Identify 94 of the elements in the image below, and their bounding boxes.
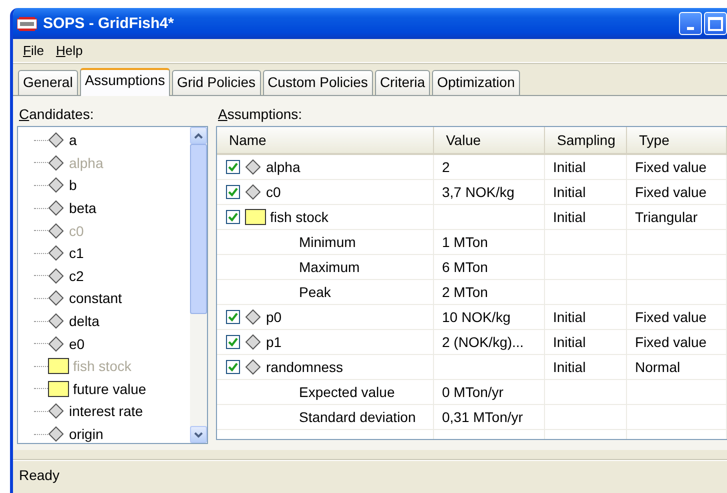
tab[interactable]: Grid Policies <box>172 70 261 95</box>
table-cell: Fixed value <box>627 305 727 329</box>
list-item[interactable]: beta <box>69 200 96 216</box>
diamond-icon <box>48 336 64 352</box>
caret-down-icon <box>194 432 203 438</box>
list-item[interactable]: c2 <box>69 268 84 284</box>
diamond-icon <box>245 309 261 325</box>
assumptions-label: Assumptions: <box>217 106 304 124</box>
table-cell: c0 <box>266 184 281 200</box>
scroll-up-button[interactable] <box>190 127 207 144</box>
list-item[interactable]: c1 <box>69 245 84 262</box>
table-cell: Normal <box>627 355 727 379</box>
table-cell: Initial <box>545 155 627 179</box>
table-cell: alpha <box>266 159 300 175</box>
checkbox[interactable] <box>226 185 240 199</box>
table-cell: Expected value <box>299 384 395 400</box>
column-header[interactable]: Type <box>627 127 727 153</box>
menu-item[interactable]: Help <box>56 43 83 58</box>
diamond-icon <box>48 154 64 171</box>
diamond-icon <box>48 403 64 420</box>
app-logo-icon <box>17 16 37 30</box>
table-cell: p1 <box>266 334 282 350</box>
table-cell: Fixed value <box>627 155 727 179</box>
diamond-icon <box>48 426 64 442</box>
scrollbar[interactable] <box>190 127 207 443</box>
tab[interactable]: Custom Policies <box>262 70 373 95</box>
caret-up-icon <box>194 132 203 138</box>
diamond-icon <box>245 184 261 200</box>
square-icon <box>245 209 266 225</box>
list-item[interactable]: interest rate <box>69 403 143 420</box>
checkbox[interactable] <box>226 360 240 374</box>
table-cell: 2 MTon <box>434 280 545 304</box>
table-cell: Standard deviation <box>299 409 416 425</box>
table-cell: 10 NOK/kg <box>434 305 545 329</box>
candidates-label: Candidates: <box>18 106 95 124</box>
tab[interactable]: General <box>18 70 78 95</box>
table-cell: Initial <box>545 330 627 354</box>
table-cell: Peak <box>299 284 331 300</box>
diamond-icon <box>48 200 64 216</box>
table-cell: fish stock <box>270 209 328 225</box>
table-cell: 0,31 MTon/yr <box>434 405 545 429</box>
table-cell: 1 MTon <box>434 230 545 254</box>
table-cell: 6 MTon <box>434 255 545 279</box>
diamond-icon <box>48 222 64 239</box>
diamond-icon <box>245 359 261 375</box>
list-item[interactable]: delta <box>69 313 100 330</box>
square-icon <box>48 380 69 397</box>
diamond-icon <box>245 159 261 175</box>
table-cell: Fixed value <box>627 330 727 354</box>
status-text: Ready <box>19 467 60 483</box>
list-item[interactable]: origin <box>69 426 104 442</box>
list-item[interactable]: a <box>69 132 77 148</box>
diamond-icon <box>245 334 261 350</box>
window-title: SOPS - GridFish4* <box>43 15 175 32</box>
table-cell: Initial <box>545 305 627 329</box>
table-cell: Maximum <box>299 259 360 275</box>
checkbox[interactable] <box>226 310 240 324</box>
list-item[interactable]: e0 <box>69 336 85 352</box>
list-item[interactable]: constant <box>69 290 122 306</box>
tab[interactable]: Criteria <box>374 70 430 95</box>
scroll-thumb[interactable] <box>190 144 207 314</box>
table-cell: Initial <box>545 205 627 229</box>
tab[interactable]: Optimization <box>432 70 520 95</box>
table-cell: p0 <box>266 309 282 325</box>
column-header[interactable]: Value <box>434 127 545 153</box>
list-item[interactable]: future value <box>73 380 146 397</box>
scroll-down-button[interactable] <box>190 426 207 443</box>
table-cell: Fixed value <box>627 180 727 204</box>
table-cell: 2 <box>434 155 545 179</box>
table-cell: Minimum <box>299 234 356 250</box>
table-cell: randomness <box>266 359 344 375</box>
checkbox[interactable] <box>226 210 240 224</box>
table-cell: Initial <box>545 355 627 379</box>
diamond-icon <box>48 132 64 148</box>
diamond-icon <box>48 313 64 330</box>
menu-item[interactable]: File <box>23 43 44 58</box>
column-header[interactable]: Sampling <box>545 127 627 153</box>
table-cell: Initial <box>545 180 627 204</box>
list-item[interactable]: b <box>69 177 77 194</box>
diamond-icon <box>48 268 64 284</box>
table-cell: 0 MTon/yr <box>434 380 545 404</box>
square-icon <box>48 358 69 374</box>
table-cell: 3,7 NOK/kg <box>434 180 545 204</box>
checkbox[interactable] <box>226 335 240 349</box>
diamond-icon <box>48 177 64 194</box>
minimize-button[interactable] <box>679 12 702 35</box>
diamond-icon <box>48 290 64 306</box>
tab[interactable]: Assumptions <box>80 68 170 96</box>
table-cell: Triangular <box>627 205 727 229</box>
diamond-icon <box>48 245 64 262</box>
table-cell: 2 (NOK/kg)... <box>434 330 545 354</box>
maximize-button[interactable] <box>704 12 727 35</box>
checkbox[interactable] <box>226 160 240 174</box>
column-header[interactable]: Name <box>217 127 434 153</box>
